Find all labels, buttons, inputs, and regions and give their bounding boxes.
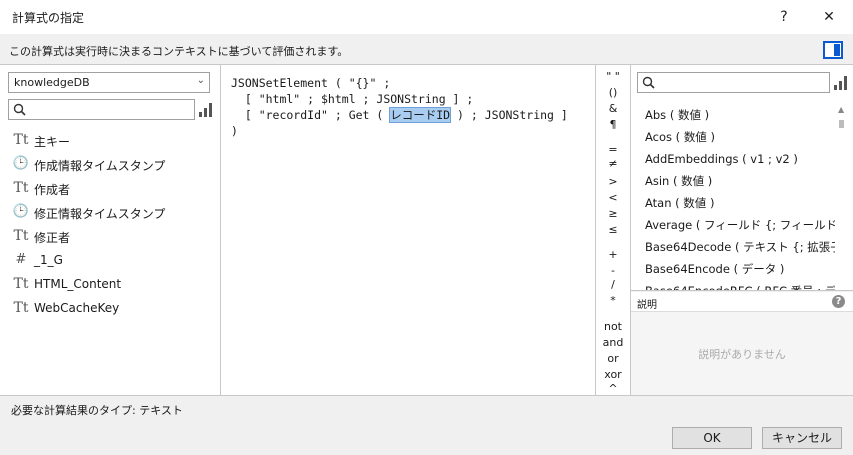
- table-select[interactable]: knowledgeDB ⌄: [8, 72, 210, 93]
- scroll-up-icon[interactable]: ▲: [838, 105, 844, 114]
- operator-item[interactable]: ≥: [596, 207, 630, 221]
- operator-item[interactable]: not: [596, 320, 630, 334]
- operator-item[interactable]: =: [596, 143, 630, 157]
- operator-item[interactable]: xor: [596, 368, 630, 382]
- operator-item[interactable]: -: [596, 264, 630, 278]
- function-panel: Abs ( 数値 ) Acos ( 数値 ) AddEmbeddings ( v1 …: [631, 65, 853, 290]
- help-button[interactable]: ?: [774, 7, 794, 27]
- dialog-title: 計算式の指定: [12, 11, 85, 25]
- field-item[interactable]: 🕒 修正情報タイムスタンプ: [12, 201, 212, 225]
- operator-item[interactable]: " ": [596, 70, 630, 84]
- text-field-icon: Tt: [13, 276, 29, 292]
- function-item[interactable]: Atan ( 数値 ): [645, 192, 835, 214]
- operator-item[interactable]: ^: [596, 382, 630, 395]
- function-item[interactable]: Base64Encode ( データ ): [645, 258, 835, 280]
- formula-line-3-end: ) ; JSONString ]: [450, 108, 568, 122]
- close-button[interactable]: ✕: [819, 7, 839, 27]
- ok-button[interactable]: OK: [672, 427, 752, 449]
- function-item[interactable]: Average ( フィールド {; フィールド...} ): [645, 214, 835, 236]
- formula-text[interactable]: JSONSetElement ( "{}" ; [ "html" ; $html…: [231, 75, 568, 139]
- chevron-down-icon: ⌄: [196, 75, 205, 86]
- operator-item[interactable]: or: [596, 352, 630, 366]
- field-label: 修正者: [34, 231, 71, 245]
- sort-icon[interactable]: [199, 103, 213, 117]
- text-field-icon: Tt: [13, 180, 29, 196]
- operator-list: " " () & ¶ = ≠ > < ≥ ≤ + - / * not and or xor ^: [596, 65, 630, 395]
- selected-text: レコードID: [389, 107, 452, 123]
- text-field-icon: Tt: [13, 300, 29, 316]
- formula-line-1: JSONSetElement ( "{}" ;: [231, 76, 391, 90]
- function-scrollbar[interactable]: ▲: [834, 105, 850, 285]
- operator-item[interactable]: (): [596, 86, 630, 100]
- formula-editor[interactable]: JSONSetElement ( "{}" ; [ "html" ; $html…: [221, 65, 595, 395]
- number-field-icon: #: [15, 252, 27, 267]
- description-empty-text: 説明がありません: [698, 348, 786, 361]
- field-label: 作成情報タイムスタンプ: [34, 159, 166, 173]
- panel-layout-toggle-icon[interactable]: [823, 41, 843, 59]
- function-item[interactable]: Base64Decode ( テキスト {; 拡張子...: [645, 236, 835, 258]
- operator-item[interactable]: ≤: [596, 223, 630, 237]
- function-item[interactable]: AddEmbeddings ( v1 ; v2 ): [645, 148, 835, 170]
- description-panel: 説明 ? 説明がありません: [631, 292, 853, 395]
- result-type-label: 必要な計算結果のタイプ: テキスト: [11, 404, 183, 417]
- operator-item[interactable]: /: [596, 278, 630, 292]
- function-item[interactable]: Acos ( 数値 ): [645, 126, 835, 148]
- info-bar: この計算式は実行時に決まるコンテキストに基づいて評価されます。: [0, 34, 853, 64]
- field-item[interactable]: 🕒 作成情報タイムスタンプ: [12, 153, 212, 177]
- function-item[interactable]: Base64EncodeRFC ( RFC 番号 ; デ...: [645, 280, 835, 290]
- operator-item[interactable]: ≠: [596, 157, 630, 171]
- context-info-text: この計算式は実行時に決まるコンテキストに基づいて評価されます。: [9, 45, 349, 58]
- function-item[interactable]: Asin ( 数値 ): [645, 170, 835, 192]
- operator-item[interactable]: &: [596, 102, 630, 116]
- field-label: 主キー: [34, 135, 71, 149]
- field-item[interactable]: Tt HTML_Content: [12, 273, 212, 297]
- cancel-button[interactable]: キャンセル: [762, 427, 842, 449]
- field-label: 作成者: [34, 183, 71, 197]
- field-item[interactable]: Tt WebCacheKey: [12, 297, 212, 321]
- field-label: WebCacheKey: [34, 301, 120, 315]
- operator-item[interactable]: ¶: [596, 118, 630, 132]
- timestamp-field-icon: 🕒: [12, 204, 30, 219]
- text-field-icon: Tt: [13, 132, 29, 148]
- field-item[interactable]: # _1_G: [12, 249, 212, 273]
- field-label: 修正情報タイムスタンプ: [34, 207, 166, 221]
- text-field-icon: Tt: [13, 228, 29, 244]
- formula-line-2: [ "html" ; $html ; JSONString ] ;: [231, 92, 474, 106]
- function-list: Abs ( 数値 ) Acos ( 数値 ) AddEmbeddings ( v1 …: [645, 104, 835, 290]
- operator-item[interactable]: >: [596, 175, 630, 189]
- operator-item[interactable]: *: [596, 294, 630, 308]
- field-list: Tt 主キー 🕒 作成情報タイムスタンプ Tt 作成者 🕒 修正情報タイムスタンプ Tt 修正者 #…: [12, 129, 212, 321]
- operator-item[interactable]: and: [596, 336, 630, 350]
- help-icon[interactable]: ?: [832, 295, 845, 308]
- function-search-input[interactable]: [637, 72, 830, 93]
- search-icon: [642, 76, 655, 89]
- field-label: HTML_Content: [34, 277, 122, 291]
- sort-icon[interactable]: [834, 76, 848, 90]
- scroll-thumb[interactable]: [839, 120, 844, 128]
- timestamp-field-icon: 🕒: [12, 156, 30, 171]
- function-item[interactable]: Abs ( 数値 ): [645, 104, 835, 126]
- formula-line-4: ): [231, 124, 238, 138]
- description-header: 説明 ?: [631, 292, 853, 312]
- table-select-value: knowledgeDB: [14, 76, 90, 89]
- search-icon: [13, 103, 26, 116]
- operator-item[interactable]: <: [596, 191, 630, 205]
- field-panel: knowledgeDB ⌄ Tt 主キー 🕒 作成情報タイムスタンプ Tt 作成者 🕒 修正情…: [0, 65, 220, 395]
- operator-item[interactable]: +: [596, 248, 630, 262]
- description-title: 説明: [637, 300, 657, 311]
- divider: [0, 395, 853, 396]
- field-item[interactable]: Tt 修正者: [12, 225, 212, 249]
- field-search-input[interactable]: [8, 99, 195, 120]
- field-label: _1_G: [34, 253, 63, 267]
- field-item[interactable]: Tt 主キー: [12, 129, 212, 153]
- title-bar: 計算式の指定 ? ✕: [0, 0, 853, 34]
- divider: [631, 290, 853, 291]
- formula-line-3-start: [ "recordId" ; Get (: [231, 108, 391, 122]
- field-item[interactable]: Tt 作成者: [12, 177, 212, 201]
